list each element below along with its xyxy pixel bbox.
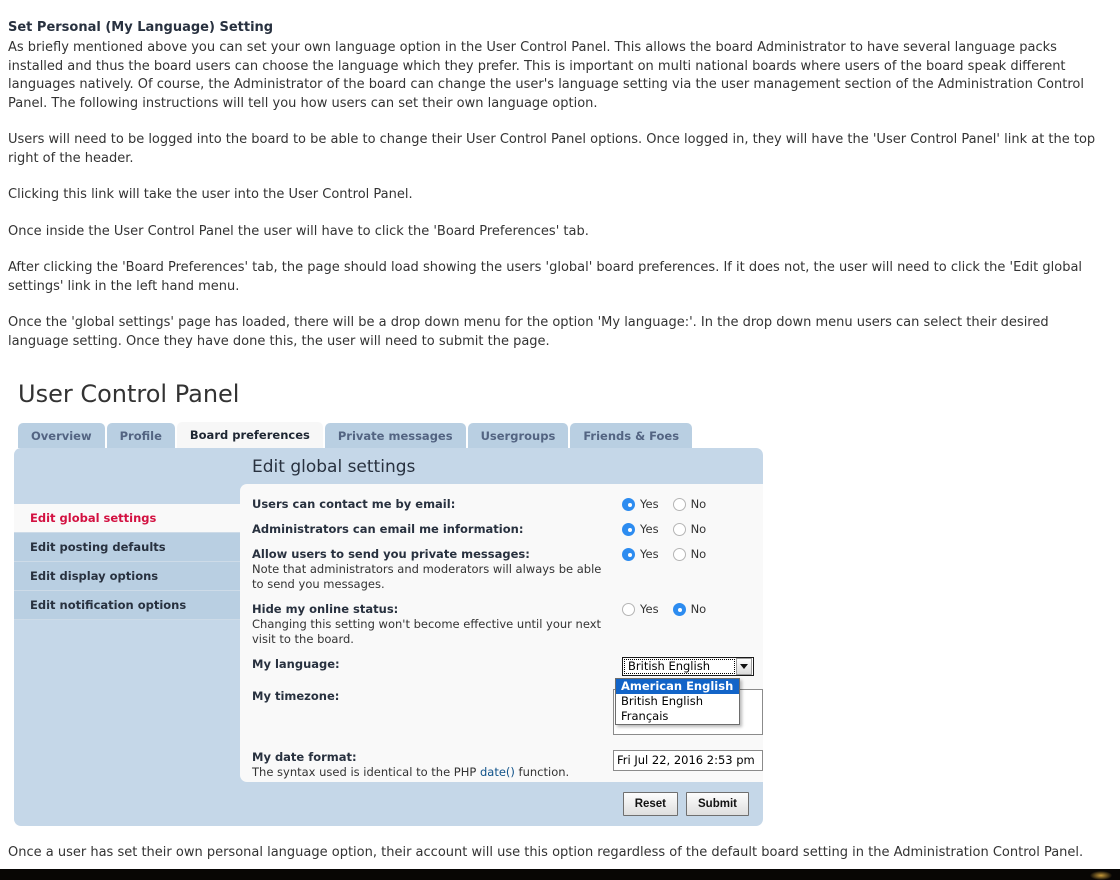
sidebar-item-edit-display-options[interactable]: Edit display options xyxy=(14,562,240,591)
doc-paragraph-3: Clicking this link will take the user in… xyxy=(8,187,413,202)
field-title-timezone: My timezone: xyxy=(252,689,340,703)
field-control-contact-email: Yes No xyxy=(622,496,763,511)
radio-admin-email-yes[interactable]: Yes xyxy=(622,522,659,536)
tab-usergroups[interactable]: Usergroups xyxy=(467,423,569,448)
radio-dot-icon xyxy=(622,522,635,536)
field-row-admin-email: Administrators can email me information:… xyxy=(240,521,763,537)
field-label-hide-online: Hide my online status: Changing this set… xyxy=(252,601,622,647)
field-row-date-format: My date format: The syntax used is ident… xyxy=(240,749,763,780)
doc-paragraph-6: Once the 'global settings' page has load… xyxy=(8,315,1049,349)
radio-label-yes: Yes xyxy=(640,497,659,511)
radio-dot-icon xyxy=(622,497,635,511)
field-title-hide-online: Hide my online status: xyxy=(252,602,399,616)
language-dropdown-list[interactable]: American English British English Françai… xyxy=(615,678,740,725)
date-format-input[interactable]: Fri Jul 22, 2016 2:53 pm xyxy=(613,750,763,771)
radio-private-messages-yes[interactable]: Yes xyxy=(622,547,659,561)
sidebar-item-edit-notification-options[interactable]: Edit notification options xyxy=(14,591,240,620)
radio-group-private-messages: Yes No xyxy=(622,547,763,561)
doc-paragraph-4: Once inside the User Control Panel the u… xyxy=(8,223,589,239)
radio-empty-icon xyxy=(672,522,686,536)
field-desc-private-messages: Note that administrators and moderators … xyxy=(252,562,602,591)
date-format-desc-after: function. xyxy=(514,765,570,779)
page-bottom-edge xyxy=(0,869,1120,880)
field-desc-hide-online: Changing this setting won't become effec… xyxy=(252,617,602,646)
ucp-panel: Edit global settings Edit posting defaul… xyxy=(14,448,763,826)
ucp-sidebar: Edit global settings Edit posting defaul… xyxy=(14,448,240,826)
field-desc-date-format: The syntax used is identical to the PHP … xyxy=(252,765,605,780)
radio-contact-email-no[interactable]: No xyxy=(672,497,707,511)
field-label-private-messages: Allow users to send you private messages… xyxy=(252,546,622,592)
field-row-contact-email: Users can contact me by email: Yes No xyxy=(240,496,763,512)
doc-paragraph-5: After clicking the 'Board Preferences' t… xyxy=(8,260,1083,294)
field-title-contact-email: Users can contact me by email: xyxy=(252,497,456,511)
radio-contact-email-yes[interactable]: Yes xyxy=(622,497,659,511)
language-select[interactable]: British English xyxy=(622,657,754,676)
php-date-link[interactable]: date() xyxy=(480,765,515,779)
ucp-tabs: Overview Profile Board preferences Priva… xyxy=(18,422,1120,448)
field-title-language: My language: xyxy=(252,657,340,671)
field-label-admin-email: Administrators can email me information: xyxy=(252,521,622,537)
chevron-down-icon[interactable] xyxy=(736,658,752,675)
language-option-british-english[interactable]: British English xyxy=(616,694,739,709)
bottom-glow-left xyxy=(1090,871,1112,880)
radio-empty-icon xyxy=(672,497,686,511)
field-title-admin-email: Administrators can email me information: xyxy=(252,522,524,536)
radio-dot-icon xyxy=(672,602,686,616)
radio-empty-icon xyxy=(672,547,686,561)
sidebar-item-edit-global-settings[interactable]: Edit global settings xyxy=(14,504,240,533)
panel-heading: Edit global settings xyxy=(252,457,416,477)
radio-hide-online-no[interactable]: No xyxy=(672,602,707,616)
radio-hide-online-yes[interactable]: Yes xyxy=(622,602,659,616)
field-title-date-format: My date format: xyxy=(252,750,357,764)
field-control-date-format: Fri Jul 22, 2016 2:53 pm xyxy=(613,749,763,771)
tab-overview[interactable]: Overview xyxy=(18,423,105,448)
radio-group-contact-email: Yes No xyxy=(622,497,763,511)
date-format-desc-before: The syntax used is identical to the PHP xyxy=(252,765,480,779)
field-title-private-messages: Allow users to send you private messages… xyxy=(252,547,530,561)
field-control-hide-online: Yes No xyxy=(622,601,763,616)
radio-group-hide-online: Yes No xyxy=(622,602,763,616)
radio-label-no: No xyxy=(690,497,707,511)
field-label-timezone: My timezone: xyxy=(252,688,613,704)
radio-label-no: No xyxy=(690,522,707,536)
field-row-hide-online: Hide my online status: Changing this set… xyxy=(240,601,763,647)
field-label-contact-email: Users can contact me by email: xyxy=(252,496,622,512)
radio-label-yes: Yes xyxy=(640,547,659,561)
language-option-francais[interactable]: Français xyxy=(616,709,739,724)
field-label-language: My language: xyxy=(252,656,622,672)
radio-group-admin-email: Yes No xyxy=(622,522,763,536)
field-row-language: My language: British English xyxy=(240,656,763,676)
radio-label-yes: Yes xyxy=(640,522,659,536)
page-title: User Control Panel xyxy=(18,380,240,408)
submit-button[interactable]: Submit xyxy=(686,792,749,816)
radio-label-no: No xyxy=(690,602,707,616)
language-select-value: British English xyxy=(624,659,735,674)
field-control-private-messages: Yes No xyxy=(622,546,763,561)
global-settings-form: Users can contact me by email: Yes No Ad… xyxy=(240,484,763,782)
field-control-language: British English xyxy=(622,656,763,676)
radio-admin-email-no[interactable]: No xyxy=(672,522,707,536)
field-control-admin-email: Yes No xyxy=(622,521,763,536)
radio-dot-icon xyxy=(622,547,635,561)
tab-private-messages[interactable]: Private messages xyxy=(324,423,466,448)
doc-paragraph-1: As briefly mentioned above you can set y… xyxy=(8,40,1084,111)
radio-label-yes: Yes xyxy=(640,602,659,616)
radio-label-no: No xyxy=(690,547,707,561)
tab-profile[interactable]: Profile xyxy=(106,423,175,448)
radio-private-messages-no[interactable]: No xyxy=(672,547,707,561)
radio-empty-icon xyxy=(622,602,635,616)
language-option-american-english[interactable]: American English xyxy=(616,679,739,694)
sidebar-item-edit-posting-defaults[interactable]: Edit posting defaults xyxy=(14,533,240,562)
doc-heading: Set Personal (My Language) Setting xyxy=(8,20,274,35)
reset-button[interactable]: Reset xyxy=(622,792,679,816)
tab-friends-foes[interactable]: Friends & Foes xyxy=(570,423,693,448)
tab-board-preferences[interactable]: Board preferences xyxy=(176,422,323,448)
field-row-private-messages: Allow users to send you private messages… xyxy=(240,546,763,592)
doc-paragraph-2: Users will need to be logged into the bo… xyxy=(8,132,1096,166)
documentation-section: Set Personal (My Language) Setting As br… xyxy=(0,20,1120,351)
field-label-date-format: My date format: The syntax used is ident… xyxy=(252,749,613,780)
form-actions: Reset Submit xyxy=(240,782,763,826)
